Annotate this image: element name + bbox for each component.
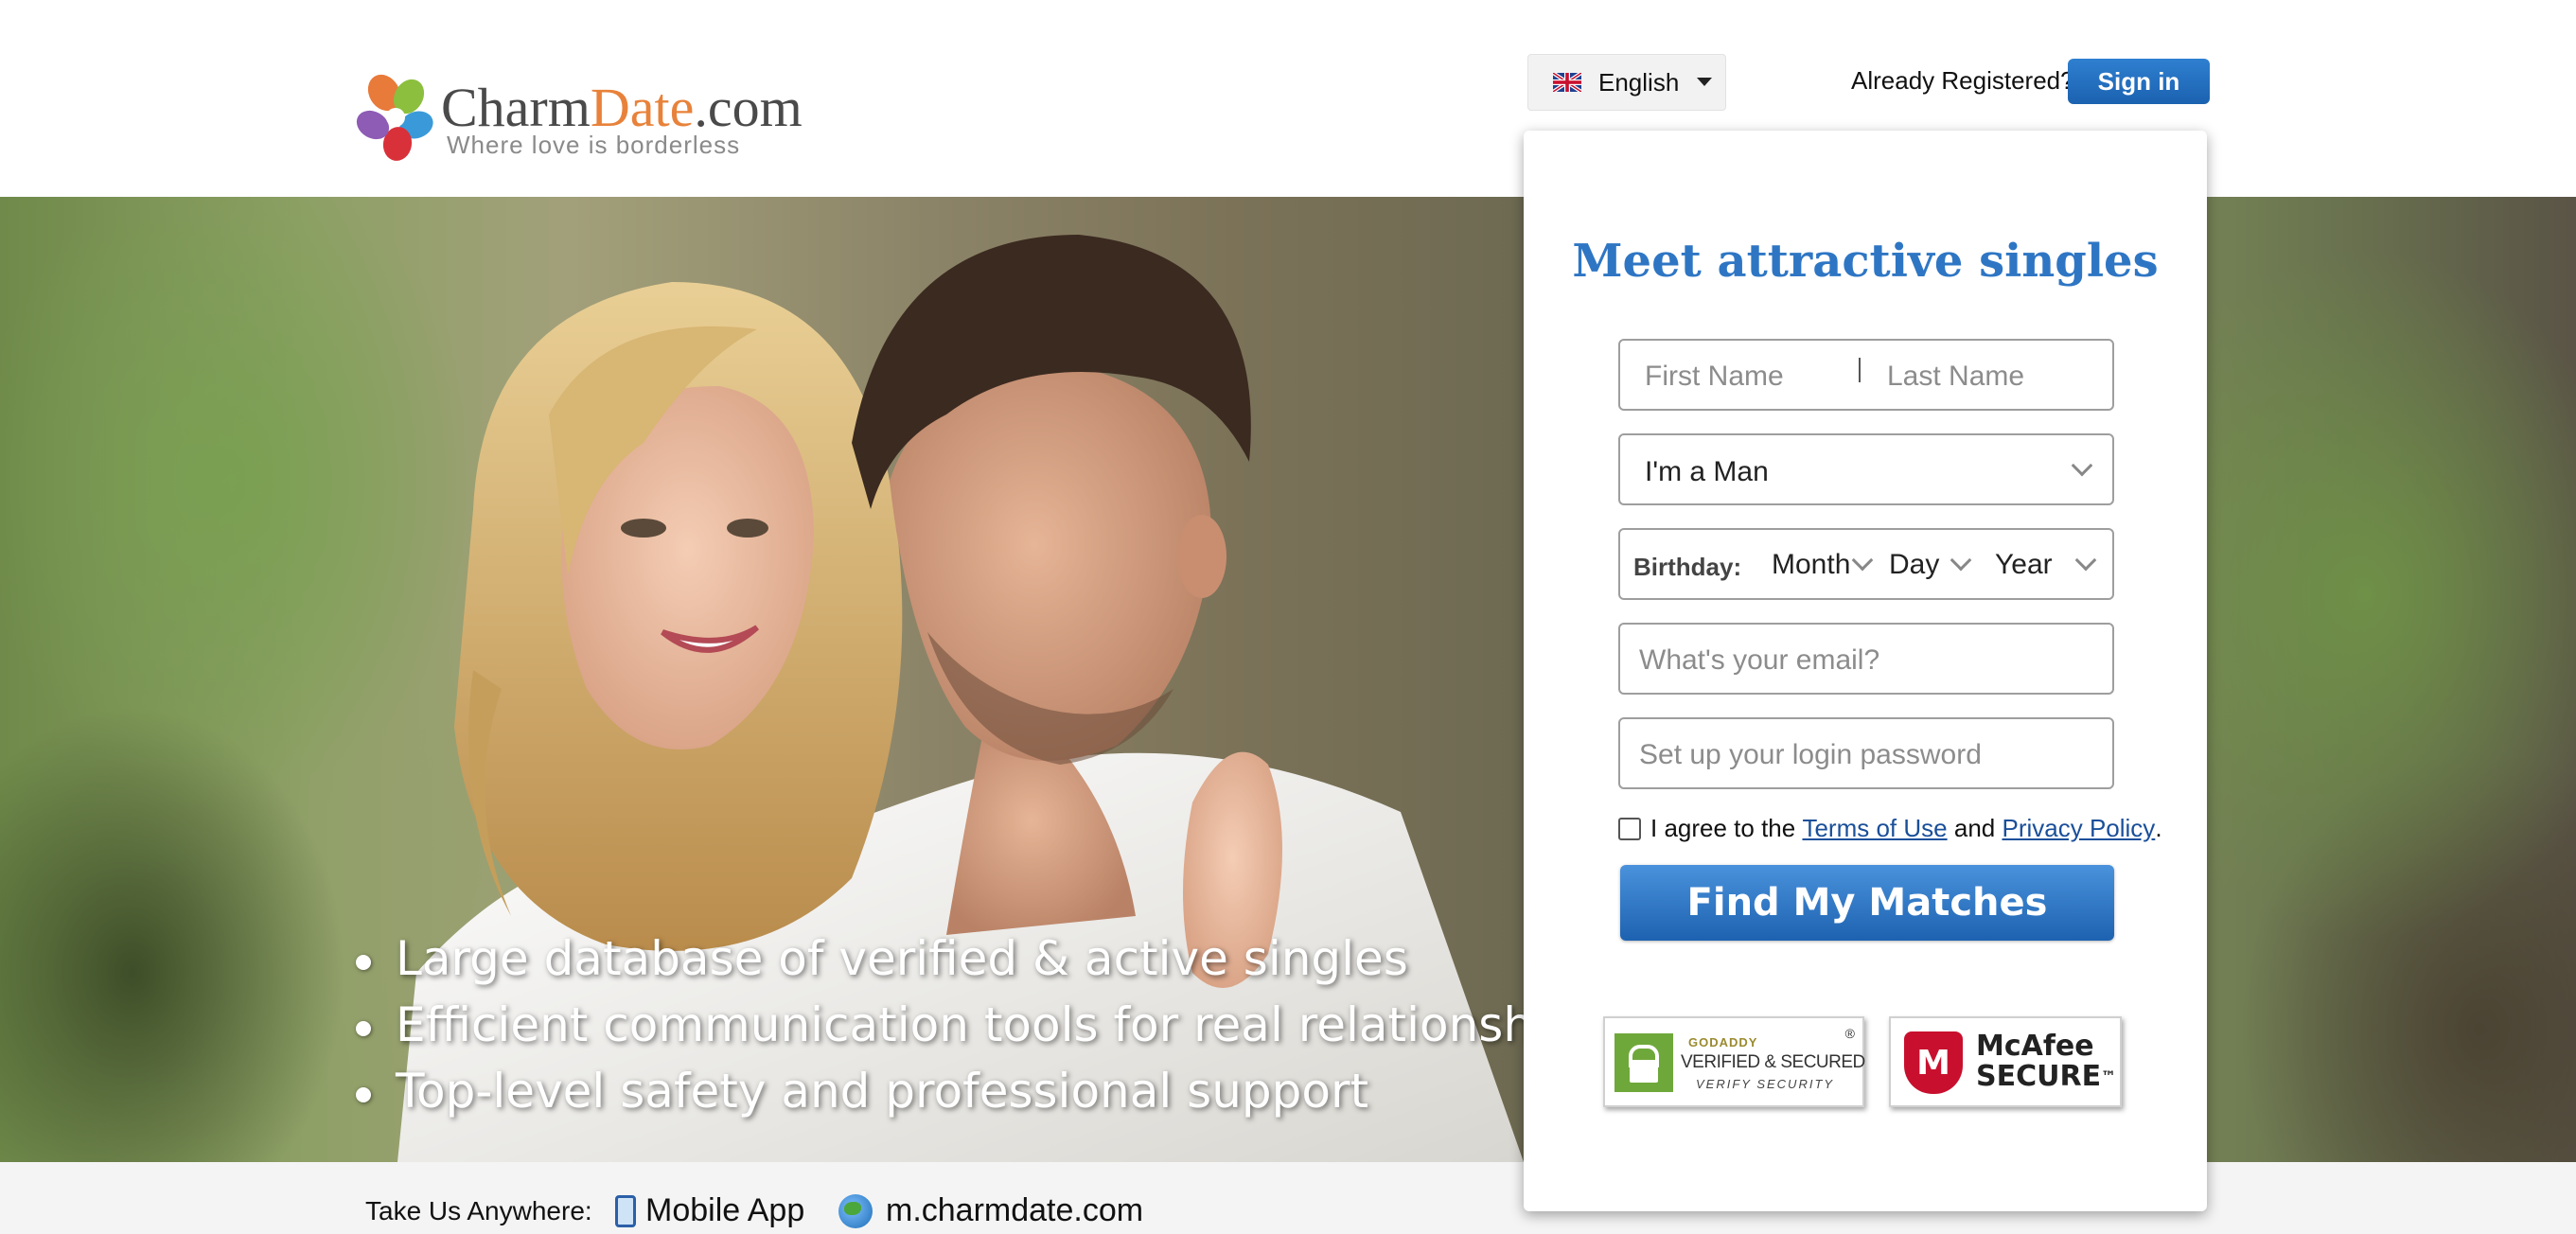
bullet-icon	[356, 954, 371, 970]
mcafee-shield-icon: M	[1904, 1031, 1963, 1094]
mobile-app-label: Mobile App	[645, 1192, 805, 1228]
godaddy-verified-text: VERIFIED & SECURED	[1681, 1052, 1865, 1072]
registered-mark: ®	[1844, 1026, 1855, 1041]
first-name-input[interactable]	[1645, 360, 1853, 394]
language-label: English	[1598, 67, 1680, 97]
mcafee-brand: McAfee	[1976, 1030, 2094, 1063]
uk-flag-icon	[1553, 73, 1581, 92]
agree-suffix: .	[2155, 814, 2162, 842]
last-name-input[interactable]	[1887, 360, 2095, 394]
site-logo[interactable]: CharmDate.com Where love is borderless	[356, 70, 803, 174]
feature-item: Large database of verified & active sing…	[356, 926, 1601, 992]
agree-prefix: I agree to the	[1650, 814, 1796, 842]
email-input[interactable]	[1639, 643, 2093, 678]
bullet-icon	[356, 1086, 371, 1102]
trademark-mark: ™	[2101, 1067, 2117, 1085]
gender-value: I'm a Man	[1645, 456, 1769, 487]
mcafee-text: McAfee SECURE™	[1976, 1031, 2116, 1092]
mobile-site-link[interactable]: m.charmdate.com	[838, 1192, 1143, 1229]
lock-icon	[1614, 1033, 1673, 1092]
find-my-matches-button[interactable]: Find My Matches	[1620, 865, 2114, 941]
take-us-anywhere-label: Take Us Anywhere:	[365, 1196, 592, 1225]
birthday-month-select[interactable]: Month	[1772, 549, 1850, 581]
already-registered-text: Already Registered?	[1851, 66, 2074, 95]
chevron-down-icon	[2074, 549, 2097, 572]
mcafee-badge[interactable]: M McAfee SECURE™	[1889, 1016, 2122, 1107]
signup-title: Meet attractive singles	[1572, 235, 2159, 288]
logo-tagline: Where love is borderless	[447, 131, 741, 159]
birthday-day-select[interactable]: Day	[1889, 549, 1939, 581]
feature-list: Large database of verified & active sing…	[356, 926, 1601, 1124]
mobile-app-link[interactable]: Mobile App	[615, 1192, 804, 1229]
password-field	[1618, 717, 2114, 789]
logo-wordmark: CharmDate.com	[441, 77, 803, 138]
feature-item: Top-level safety and professional suppor…	[356, 1058, 1601, 1124]
phone-icon	[615, 1194, 636, 1227]
mcafee-secure-line: SECURE™	[1976, 1062, 2116, 1092]
godaddy-verify-text: VERIFY SECURITY	[1696, 1077, 1835, 1091]
chevron-down-icon	[1851, 549, 1874, 572]
birthday-year-select[interactable]: Year	[1995, 549, 2053, 581]
mobile-site-label: m.charmdate.com	[886, 1192, 1144, 1228]
birthday-label: Birthday:	[1633, 553, 1742, 581]
name-field	[1618, 339, 2114, 411]
godaddy-badge[interactable]: GODADDY VERIFIED & SECURED VERIFY SECURI…	[1603, 1016, 1865, 1107]
chevron-down-icon	[1950, 549, 1972, 572]
agree-and: and	[1953, 814, 1996, 842]
sign-in-button[interactable]: Sign in	[2068, 59, 2210, 104]
agree-row: I agree to the Terms of Use and Privacy …	[1618, 814, 2162, 843]
bullet-icon	[356, 1020, 371, 1036]
text-cursor	[1859, 358, 1861, 382]
godaddy-brand: GODADDY	[1688, 1035, 1758, 1049]
birthday-field: Birthday: Month Day Year	[1618, 528, 2114, 600]
password-input[interactable]	[1639, 738, 2093, 772]
privacy-policy-link[interactable]: Privacy Policy	[2002, 814, 2155, 843]
mcafee-secure: SECURE	[1976, 1060, 2102, 1093]
caret-down-icon	[1697, 78, 1712, 86]
feature-item: Efficient communication tools for real r…	[356, 992, 1601, 1058]
signup-card: Meet attractive singles I'm a Man Birthd…	[1524, 131, 2207, 1211]
agree-checkbox[interactable]	[1618, 817, 1641, 840]
chevron-down-icon	[2071, 454, 2093, 477]
terms-of-use-link[interactable]: Terms of Use	[1802, 814, 1947, 843]
gender-select[interactable]: I'm a Man	[1618, 433, 2114, 505]
email-field	[1618, 623, 2114, 695]
logo-flower-icon	[356, 74, 433, 161]
language-selector[interactable]: English	[1527, 54, 1726, 111]
globe-icon	[838, 1193, 873, 1228]
